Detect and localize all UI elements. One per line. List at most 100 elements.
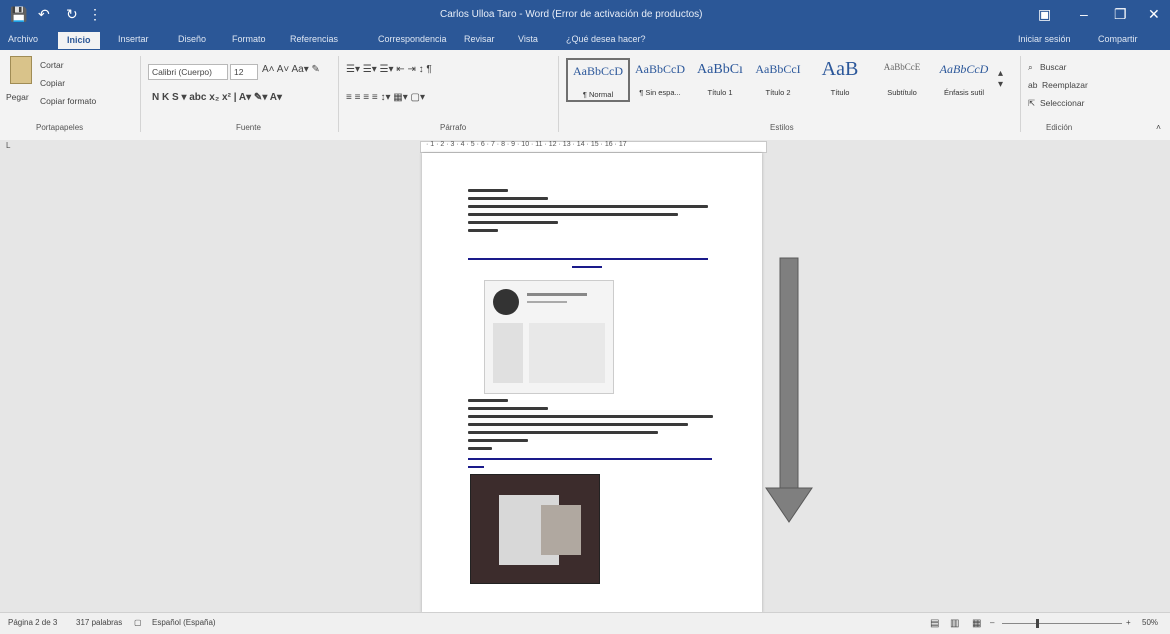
style-preview: AaBbCcE (883, 62, 921, 72)
document-page[interactable] (422, 153, 762, 613)
paste-button[interactable]: Pegar (6, 92, 29, 102)
read-mode-icon[interactable]: ▤ (930, 618, 939, 629)
tab-formato[interactable]: Formato (232, 34, 266, 44)
zoom-slider[interactable] (1002, 623, 1122, 624)
text-line (468, 197, 548, 200)
style-label: ¶ Sin espa... (639, 88, 681, 97)
hyperlink[interactable] (468, 458, 712, 460)
window-title: Carlos Ulloa Taro - Word (Error de activ… (440, 9, 703, 20)
tab-inicio[interactable]: Inicio (58, 32, 100, 49)
list-buttons[interactable]: ☰▾ ☰▾ ☰▾ ⇤ ⇥ ↕ ¶ (346, 64, 432, 75)
customize-quick-access-icon[interactable]: ⋮ (88, 6, 102, 23)
share-button[interactable]: Compartir (1098, 34, 1138, 44)
style-heading-1[interactable]: AaBbCı Título 1 (690, 58, 750, 98)
tab-insertar[interactable]: Insertar (118, 34, 149, 44)
font-format-buttons[interactable]: N K S ▾ abc x₂ x² | A▾ ✎▾ A▾ (152, 92, 282, 103)
tab-archivo[interactable]: Archivo (8, 34, 38, 44)
font-size-value: 12 (234, 67, 244, 77)
close-icon[interactable]: ✕ (1148, 6, 1160, 23)
tab-diseno[interactable]: Diseño (178, 34, 206, 44)
tab-correspondencia[interactable]: Correspondencia (378, 34, 447, 44)
collapse-ribbon-icon[interactable]: ˄ (1156, 122, 1161, 132)
alignment-buttons[interactable]: ≡ ≡ ≡ ≡ ↕▾ ▦▾ ▢▾ (346, 92, 425, 103)
style-heading-2[interactable]: AaBbCcI Título 2 (748, 58, 808, 98)
style-title[interactable]: AaB Título (810, 58, 870, 98)
redo-icon[interactable]: ↻ (66, 6, 78, 23)
hyperlink[interactable] (468, 258, 708, 260)
style-normal[interactable]: AaBbCcD ¶ Normal (566, 58, 630, 102)
text-line (468, 229, 498, 232)
text-line (468, 189, 508, 192)
cut-button[interactable]: Cortar (40, 60, 64, 70)
select-button[interactable]: Seleccionar (1040, 98, 1084, 108)
web-layout-icon[interactable]: ▦ (972, 618, 981, 629)
zoom-slider-thumb[interactable] (1036, 619, 1039, 628)
font-name-select[interactable]: Calibri (Cuerpo) (148, 64, 228, 80)
text-line (527, 293, 587, 296)
text-line (468, 415, 713, 418)
maximize-icon[interactable]: ❐ (1114, 6, 1127, 23)
tab-vista[interactable]: Vista (518, 34, 538, 44)
dialog-thumbnail (541, 505, 581, 555)
hyperlink[interactable] (572, 266, 602, 268)
replace-icon: ab (1028, 80, 1038, 90)
tab-revisar[interactable]: Revisar (464, 34, 495, 44)
tab-selector-icon[interactable]: L (6, 141, 10, 150)
hyperlink[interactable] (468, 466, 484, 468)
undo-icon[interactable]: ↶ (38, 6, 50, 23)
style-label: Título (830, 88, 850, 97)
ribbon: Pegar Cortar Copiar Copiar formato Porta… (0, 50, 1170, 141)
minimize-icon[interactable]: – (1080, 6, 1088, 22)
style-label: Subtítulo (887, 88, 917, 97)
style-label: Título 1 (707, 88, 733, 97)
ruler-marks: · 1 · 2 · 3 · 4 · 5 · 6 · 7 · 8 · 9 · 10… (426, 141, 627, 148)
separator (140, 56, 141, 132)
text-line (468, 213, 678, 216)
sign-in-link[interactable]: Iniciar sesión (1018, 34, 1071, 44)
language-indicator[interactable]: Español (España) (152, 618, 216, 627)
text-line (527, 301, 567, 303)
style-preview: AaBbCcI (755, 62, 801, 76)
proofing-icon[interactable]: ▢ (134, 618, 142, 627)
embedded-screenshot-2[interactable] (470, 474, 600, 584)
font-name-value: Calibri (Cuerpo) (152, 67, 212, 77)
zoom-in-icon[interactable]: + (1126, 618, 1131, 627)
tell-me-search[interactable]: ¿Qué desea hacer? (566, 34, 646, 44)
scroll-down-arrow-icon (765, 257, 813, 523)
embedded-screenshot-1[interactable] (484, 280, 614, 394)
profile-avatar (493, 289, 519, 315)
replace-button[interactable]: Reemplazar (1042, 80, 1088, 90)
text-line (468, 423, 688, 426)
search-icon: ⌕ (1028, 62, 1033, 72)
editing-group-label: Edición (1046, 123, 1073, 132)
text-line (468, 407, 548, 410)
style-subtle-emphasis[interactable]: AaBbCcD Énfasis sutil (934, 58, 994, 98)
word-count[interactable]: 317 palabras (76, 618, 122, 627)
paste-icon[interactable] (10, 56, 32, 84)
format-painter-button[interactable]: Copiar formato (40, 96, 96, 106)
zoom-level[interactable]: 50% (1142, 618, 1158, 627)
style-preview: AaBbCı (697, 62, 743, 77)
sidebar-block (493, 323, 523, 383)
text-line (468, 221, 558, 224)
page-count[interactable]: Página 2 de 3 (8, 618, 57, 627)
copy-button[interactable]: Copiar (40, 78, 65, 88)
styles-group-label: Estilos (770, 123, 794, 132)
ribbon-display-icon[interactable]: ▣ (1038, 6, 1051, 23)
print-layout-icon[interactable]: ▥ (950, 618, 959, 629)
style-subtitle[interactable]: AaBbCcE Subtítulo (872, 58, 932, 98)
font-size-select[interactable]: 12 (230, 64, 258, 80)
style-preview: AaBbCcD (573, 64, 623, 78)
grow-shrink-font-icon[interactable]: A˄ A˅ Aa▾ ✎ (262, 64, 320, 75)
style-preview: AaBbCcD (939, 62, 989, 76)
text-line (468, 399, 508, 402)
status-bar: Página 2 de 3 317 palabras ▢ Español (Es… (0, 612, 1170, 634)
styles-more-icon[interactable]: ▴ ▾ (998, 68, 1003, 90)
zoom-out-icon[interactable]: – (990, 618, 994, 627)
text-line (468, 439, 528, 442)
find-button[interactable]: Buscar (1040, 62, 1066, 72)
style-no-spacing[interactable]: AaBbCcD ¶ Sin espa... (630, 58, 690, 98)
tab-referencias[interactable]: Referencias (290, 34, 338, 44)
save-icon[interactable]: 💾 (10, 6, 27, 23)
clipboard-group-label: Portapapeles (36, 123, 84, 132)
